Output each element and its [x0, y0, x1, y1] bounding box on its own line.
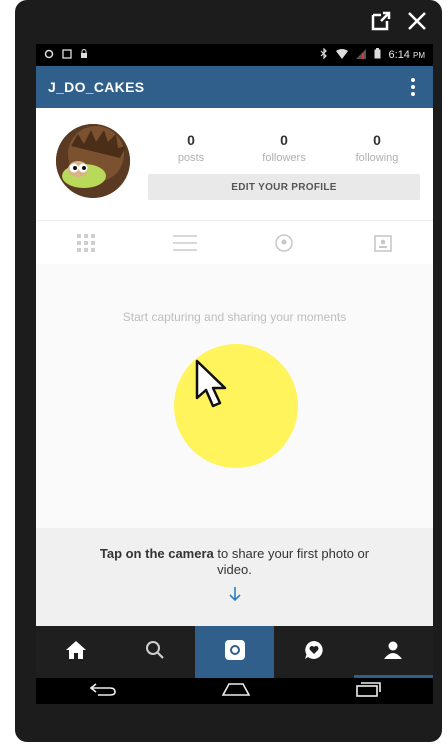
window-controls	[370, 10, 428, 32]
camera-icon	[224, 639, 246, 666]
posts-label: posts	[177, 152, 205, 164]
overflow-menu-icon[interactable]	[405, 76, 421, 98]
phone-screen: 6:14 PM J_DO_CAKES 0 posts 0 followers 0…	[36, 44, 433, 704]
activity-icon	[303, 639, 325, 666]
followers-label: followers	[262, 152, 306, 164]
wifi-icon	[335, 48, 348, 62]
grid-view-icon[interactable]	[66, 223, 106, 263]
profile-icon	[383, 640, 403, 665]
home-icon	[65, 640, 87, 665]
search-tab[interactable]	[115, 626, 194, 678]
avatar[interactable]	[56, 124, 130, 198]
search-icon	[145, 640, 165, 665]
activity-tab[interactable]	[274, 626, 353, 678]
followers-stat[interactable]: 0 followers	[241, 132, 327, 164]
bluetooth-icon	[320, 47, 328, 62]
camera-hint: Tap on the camera to share your first ph…	[36, 528, 433, 626]
empty-state-message: Start capturing and sharing your moments	[122, 310, 347, 324]
followers-count: 0	[280, 132, 288, 148]
camera-hint-text: Tap on the camera to share your first ph…	[99, 546, 370, 577]
following-count: 0	[373, 132, 381, 148]
following-label: following	[355, 152, 399, 164]
click-highlight	[174, 344, 298, 468]
following-stat[interactable]: 0 following	[334, 132, 420, 164]
open-external-icon[interactable]	[370, 10, 392, 32]
posts-stat[interactable]: 0 posts	[148, 132, 234, 164]
recent-apps-icon[interactable]	[355, 681, 381, 702]
home-tab[interactable]	[36, 626, 115, 678]
posts-area: Start capturing and sharing your moments	[36, 264, 433, 528]
bottom-nav	[36, 626, 433, 678]
profile-stats: 0 posts 0 followers 0 following	[148, 132, 420, 164]
home-button-icon[interactable]	[221, 681, 251, 702]
battery-icon	[374, 48, 381, 62]
lock-icon	[80, 48, 88, 62]
status-bar: 6:14 PM	[36, 44, 433, 66]
app-bar: J_DO_CAKES	[36, 66, 433, 108]
clock: 6:14 PM	[388, 49, 425, 61]
tagged-photos-icon[interactable]	[363, 223, 403, 263]
close-icon[interactable]	[406, 10, 428, 32]
posts-count: 0	[187, 132, 195, 148]
location-icon[interactable]	[264, 223, 304, 263]
system-nav-bar	[36, 678, 433, 704]
signal-icon	[355, 48, 366, 62]
profile-header: 0 posts 0 followers 0 following EDIT YOU…	[36, 108, 433, 208]
back-icon[interactable]	[88, 681, 118, 702]
camera-tab[interactable]	[194, 626, 275, 678]
notification-icon	[44, 49, 54, 62]
username-title: J_DO_CAKES	[48, 79, 145, 95]
profile-tab[interactable]	[353, 626, 433, 678]
view-tabs	[36, 220, 433, 266]
edit-profile-button[interactable]: EDIT YOUR PROFILE	[148, 174, 420, 200]
screenshot-icon	[62, 48, 72, 62]
list-view-icon[interactable]	[165, 223, 205, 263]
arrow-down-icon	[36, 586, 433, 607]
mouse-cursor-icon	[194, 358, 234, 419]
